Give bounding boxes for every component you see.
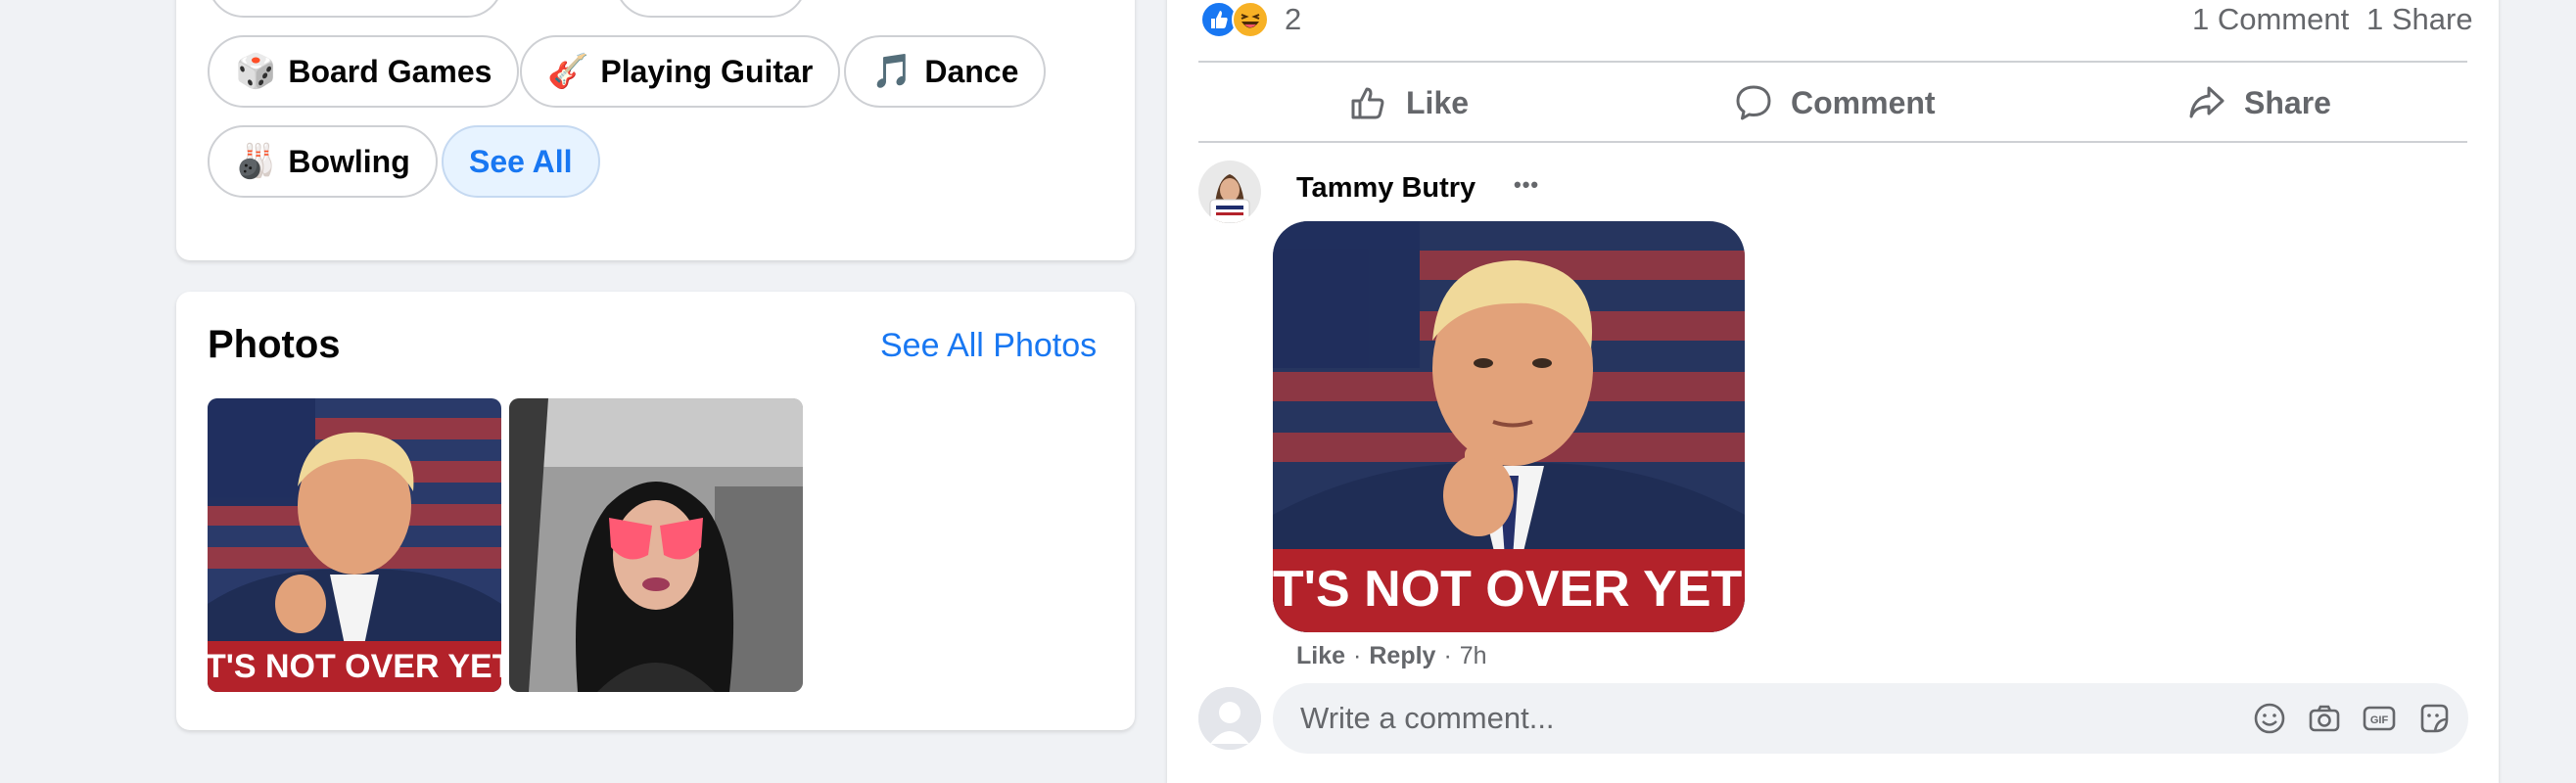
gif-icon[interactable]: GIF (2362, 701, 2397, 736)
reactions-summary[interactable]: 2 (1200, 0, 1301, 39)
see-all-hobbies-button[interactable]: See All (442, 125, 600, 198)
share-button[interactable]: Share (2187, 61, 2331, 145)
meta-separator: · (1353, 642, 1362, 669)
share-label: Share (2244, 84, 2331, 120)
photo-thumbnail-1[interactable]: IT'S NOT OVER YET (208, 398, 501, 692)
comment-count-link[interactable]: 1 Comment (2192, 2, 2349, 37)
comment-icon (1736, 85, 1771, 120)
hobby-label: Playing Guitar (600, 53, 814, 89)
bowling-icon: 🎳 (235, 142, 277, 181)
comment-image-banner: IT'S NOT OVER YET! (1273, 561, 1745, 618)
reaction-count: 2 (1285, 2, 1302, 36)
commenter-avatar[interactable] (1198, 161, 1261, 223)
comment-input[interactable] (1298, 700, 2164, 737)
haha-reaction-icon (1232, 1, 1269, 38)
comment-image[interactable]: IT'S NOT OVER YET! (1273, 221, 1745, 632)
see-all-label: See All (469, 143, 573, 179)
share-count-link[interactable]: 1 Share (2366, 2, 2473, 37)
dice-icon: 🎲 (235, 52, 277, 91)
comment-author[interactable]: Tammy Butry (1296, 172, 1475, 205)
hobby-chip-playing-guitar[interactable]: 🎸 Playing Guitar (520, 35, 841, 108)
hobby-label: Bowling (288, 143, 410, 179)
hobby-chip-hidden-2[interactable] (615, 0, 807, 18)
hobby-label: Dance (924, 53, 1019, 89)
hobby-chip-bowling[interactable]: 🎳 Bowling (208, 125, 438, 198)
photos-title: Photos (208, 323, 341, 366)
like-label: Like (1406, 84, 1470, 120)
hobby-chip-board-games[interactable]: 🎲 Board Games (208, 35, 520, 108)
guitar-icon: 🎸 (547, 52, 589, 91)
photo-thumbnail-2[interactable] (509, 398, 803, 692)
more-options-icon[interactable]: ••• (1514, 172, 1539, 198)
commenter-avatar-image (1198, 161, 1261, 223)
comment-time[interactable]: 7h (1460, 642, 1487, 670)
comment-reply-link[interactable]: Reply (1369, 642, 1435, 670)
hobby-label: Board Games (288, 53, 492, 89)
comment-image-graphic: IT'S NOT OVER YET! (1273, 221, 1745, 632)
share-icon (2189, 86, 2225, 118)
divider-bottom (1198, 141, 2467, 143)
photo-thumbnail-1-banner: IT'S NOT OVER YET (208, 648, 501, 685)
hobby-chip-hidden-1[interactable] (208, 0, 503, 18)
comment-like-link[interactable]: Like (1296, 642, 1345, 670)
composer-avatar[interactable] (1198, 687, 1261, 750)
hobby-chip-dance[interactable]: 🎵 Dance (844, 35, 1047, 108)
photo-thumbnail-2-image (509, 398, 803, 692)
like-button[interactable]: Like (1349, 61, 1469, 145)
music-note-icon: 🎵 (871, 52, 913, 91)
sticker-icon[interactable] (2416, 701, 2452, 736)
avatar-placeholder-icon (1198, 687, 1261, 750)
comment-label: Comment (1791, 84, 1936, 120)
meta-separator: · (1443, 642, 1452, 669)
see-all-photos-link[interactable]: See All Photos (880, 327, 1097, 365)
camera-icon[interactable] (2307, 701, 2342, 736)
comment-meta: Like · Reply · 7h (1296, 642, 1487, 670)
comment-button[interactable]: Comment (1734, 61, 1936, 145)
photo-thumbnail-1-image: IT'S NOT OVER YET (208, 398, 501, 692)
thumbs-up-icon (1351, 87, 1384, 119)
emoji-icon[interactable] (2252, 701, 2287, 736)
comment-composer[interactable]: GIF (1273, 683, 2468, 754)
svg-text:GIF: GIF (2370, 714, 2389, 726)
